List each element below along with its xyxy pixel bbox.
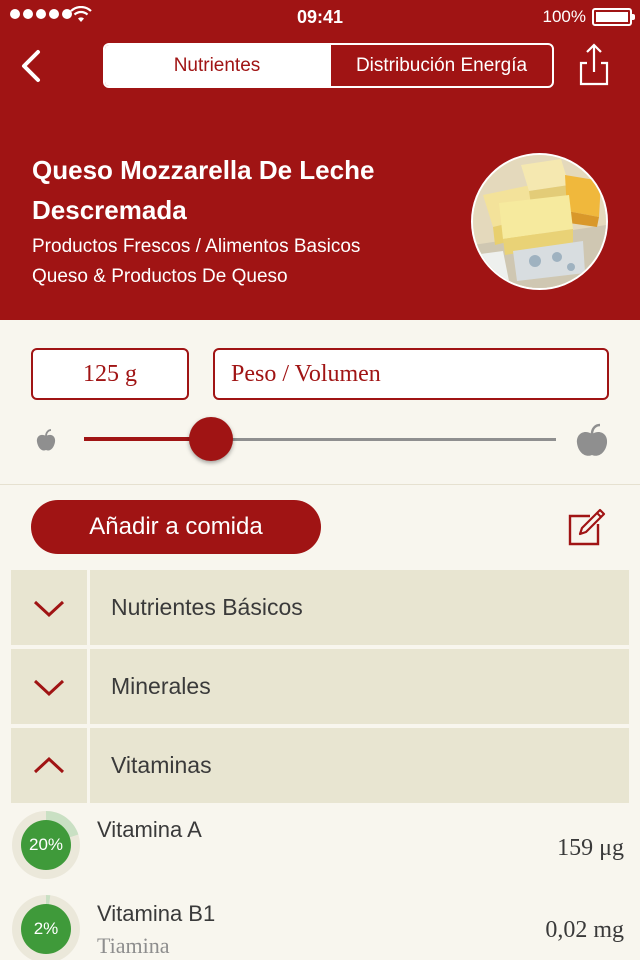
section-vitaminas[interactable]: Vitaminas: [11, 728, 629, 803]
section-toggle[interactable]: [11, 570, 87, 645]
edit-button[interactable]: [566, 506, 608, 548]
percent-label: 2%: [33, 919, 59, 938]
section-label: Vitaminas: [90, 728, 629, 803]
percent-label: 20%: [28, 835, 64, 854]
section-toggle[interactable]: [11, 649, 87, 724]
section-label: Minerales: [90, 649, 629, 724]
chevron-down-icon: [33, 679, 65, 696]
chevron-down-icon: [33, 600, 65, 617]
add-to-meal-button[interactable]: Añadir a comida: [31, 500, 321, 554]
apple-small-icon: [36, 429, 56, 451]
nutrient-subname: Tiamina: [97, 933, 170, 958]
segmented-control: Nutrientes Distribución Energía: [103, 43, 554, 88]
nutrient-value: 0,02 mg: [545, 917, 624, 943]
section-label: Nutrientes Básicos: [90, 570, 629, 645]
edit-icon: [568, 508, 606, 546]
tab-distribucion-energia[interactable]: Distribución Energía: [329, 45, 552, 86]
food-category-line: Queso & Productos De Queso: [32, 266, 288, 287]
chevron-up-icon: [33, 756, 65, 773]
tab-nutrientes[interactable]: Nutrientes: [105, 45, 329, 86]
chevron-left-icon: [22, 50, 40, 82]
section-nutrientes-basicos[interactable]: Nutrientes Básicos: [11, 570, 629, 645]
apple-large-icon: [576, 423, 608, 456]
portion-slider-handle[interactable]: [189, 417, 234, 461]
food-image: [471, 153, 608, 290]
food-title: Queso Mozzarella De Leche Descremada: [32, 155, 375, 225]
back-button[interactable]: [14, 44, 54, 88]
nutrient-value: 159 μg: [557, 835, 624, 861]
battery-icon: [592, 8, 635, 26]
share-button[interactable]: [576, 40, 612, 90]
cheese-image: [473, 155, 606, 288]
section-minerales[interactable]: Minerales: [11, 649, 629, 724]
nutrient-row-vitamina-a[interactable]: 20% Vitamina A 159 μg: [0, 809, 640, 889]
nutrient-row-vitamina-b1[interactable]: 2% Vitamina B1 Tiamina 0,02 mg: [0, 893, 640, 960]
food-category-line: Productos Frescos / Alimentos Basicos: [32, 236, 361, 257]
header: 09:41 100% Nutrientes Distribución Energ…: [0, 0, 640, 320]
food-category: Productos Frescos / Alimentos Basicos Qu…: [32, 232, 452, 292]
nutrient-name: Vitamina A: [97, 817, 202, 842]
status-bar: 09:41 100%: [0, 0, 640, 34]
nutrient-name: Vitamina B1: [97, 901, 216, 926]
divider: [0, 484, 640, 485]
share-icon: [579, 43, 609, 86]
section-toggle[interactable]: [11, 728, 87, 803]
unit-selector[interactable]: Peso / Volumen: [213, 348, 609, 400]
battery-percent: 100%: [542, 7, 586, 26]
amount-input[interactable]: 125 g: [31, 348, 189, 400]
